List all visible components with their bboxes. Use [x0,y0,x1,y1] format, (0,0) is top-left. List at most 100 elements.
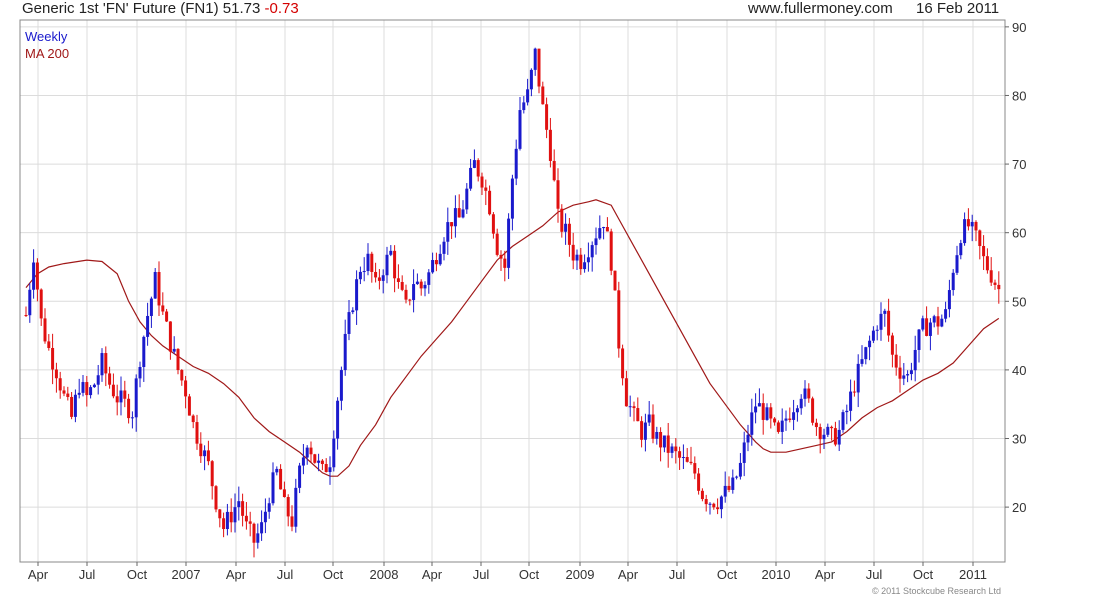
candle [643,413,647,452]
candle-body [203,450,207,457]
weekly-candles [24,47,1001,558]
candle-body [32,262,36,290]
candle-body [290,516,294,527]
candle-body [522,102,526,111]
candle-body [617,290,621,349]
candle [849,379,853,422]
candle [225,503,229,536]
candle [807,383,811,403]
chart-title: Generic 1st 'FN' Future (FN1) 51.73 -0.7… [22,0,299,17]
candle-body [624,378,628,407]
candle [248,511,252,537]
candle [241,493,245,527]
candle [115,384,119,416]
candle [583,254,587,273]
candle-body [655,431,659,439]
candle [548,117,552,168]
candle-body [678,451,682,458]
candle [130,411,134,429]
candle-body [636,408,640,422]
candle-body [385,254,389,276]
candle [624,370,628,407]
candle [393,245,397,293]
candle-body [951,272,955,291]
candle-body [887,310,891,336]
candle [510,174,514,231]
candle [47,334,51,351]
candle [575,249,579,271]
candle-body [70,396,74,417]
candle [621,344,625,386]
candle [833,421,837,447]
candle-body [237,501,241,508]
candle-body [381,275,385,281]
candle-body [868,340,872,348]
candle-body [389,250,393,255]
y-tick-label: 30 [1012,432,1026,447]
candle [731,469,735,494]
candle-body [784,418,788,421]
candle-body [241,501,245,516]
candle-body [275,468,279,473]
candle [488,185,492,216]
candle [438,244,442,266]
y-axis: 20 30 40 50 60 70 80 90 [1005,20,1026,515]
candle [659,427,663,462]
candle [818,423,822,454]
candle-body [925,318,929,336]
candle [586,242,590,272]
x-tick-label: Oct [323,567,344,582]
candle [442,237,446,261]
candle-body [355,279,359,311]
candle-body [799,398,803,409]
candle-body [85,382,89,396]
copyright: © 2011 Stockcube Research Ltd [872,586,1002,596]
price-chart: 20 30 40 50 60 70 80 90 Apr Jul Oct 2007 Apr Jul Oct 2… [19,19,1026,582]
y-tick-label: 60 [1012,226,1026,241]
candle [222,512,226,538]
candle [795,405,799,422]
candle [180,369,184,386]
candle [191,414,195,429]
candle-body [993,282,997,285]
candle-body [757,403,761,407]
candle-body [936,316,940,327]
candle-body [879,313,883,330]
candle [476,158,480,182]
candle-body [119,390,123,403]
candle-body [860,359,864,364]
candle [309,441,313,462]
candle-body [408,299,412,301]
title-text: Generic 1st 'FN' Future (FN1) 51.73 [22,0,261,17]
candle [552,149,556,182]
x-tick-label: 2011 [959,567,987,582]
candle [868,335,872,361]
candle [43,308,47,344]
candle-body [674,446,678,452]
candle [594,227,598,255]
candle-body [507,218,511,268]
candle [947,279,951,318]
candle-body [168,321,172,352]
candle [537,48,541,94]
candle [32,249,36,299]
candle [678,446,682,470]
candle [275,466,279,476]
candle [856,354,860,408]
candle-body [670,446,674,453]
x-tick-label: 2010 [762,567,791,582]
y-tick-label: 90 [1012,20,1026,35]
candle-body [662,435,666,448]
candle [875,325,879,341]
candle [925,306,929,337]
candle-body [317,460,321,463]
candle-body [427,272,431,285]
candle-body [856,363,860,393]
legend-weekly: Weekly [25,29,68,44]
candle-body [776,422,780,432]
candle-body [461,209,465,218]
candle-body [833,428,837,445]
x-tick-label: Oct [717,567,738,582]
candle [450,222,454,239]
candle [617,281,621,358]
